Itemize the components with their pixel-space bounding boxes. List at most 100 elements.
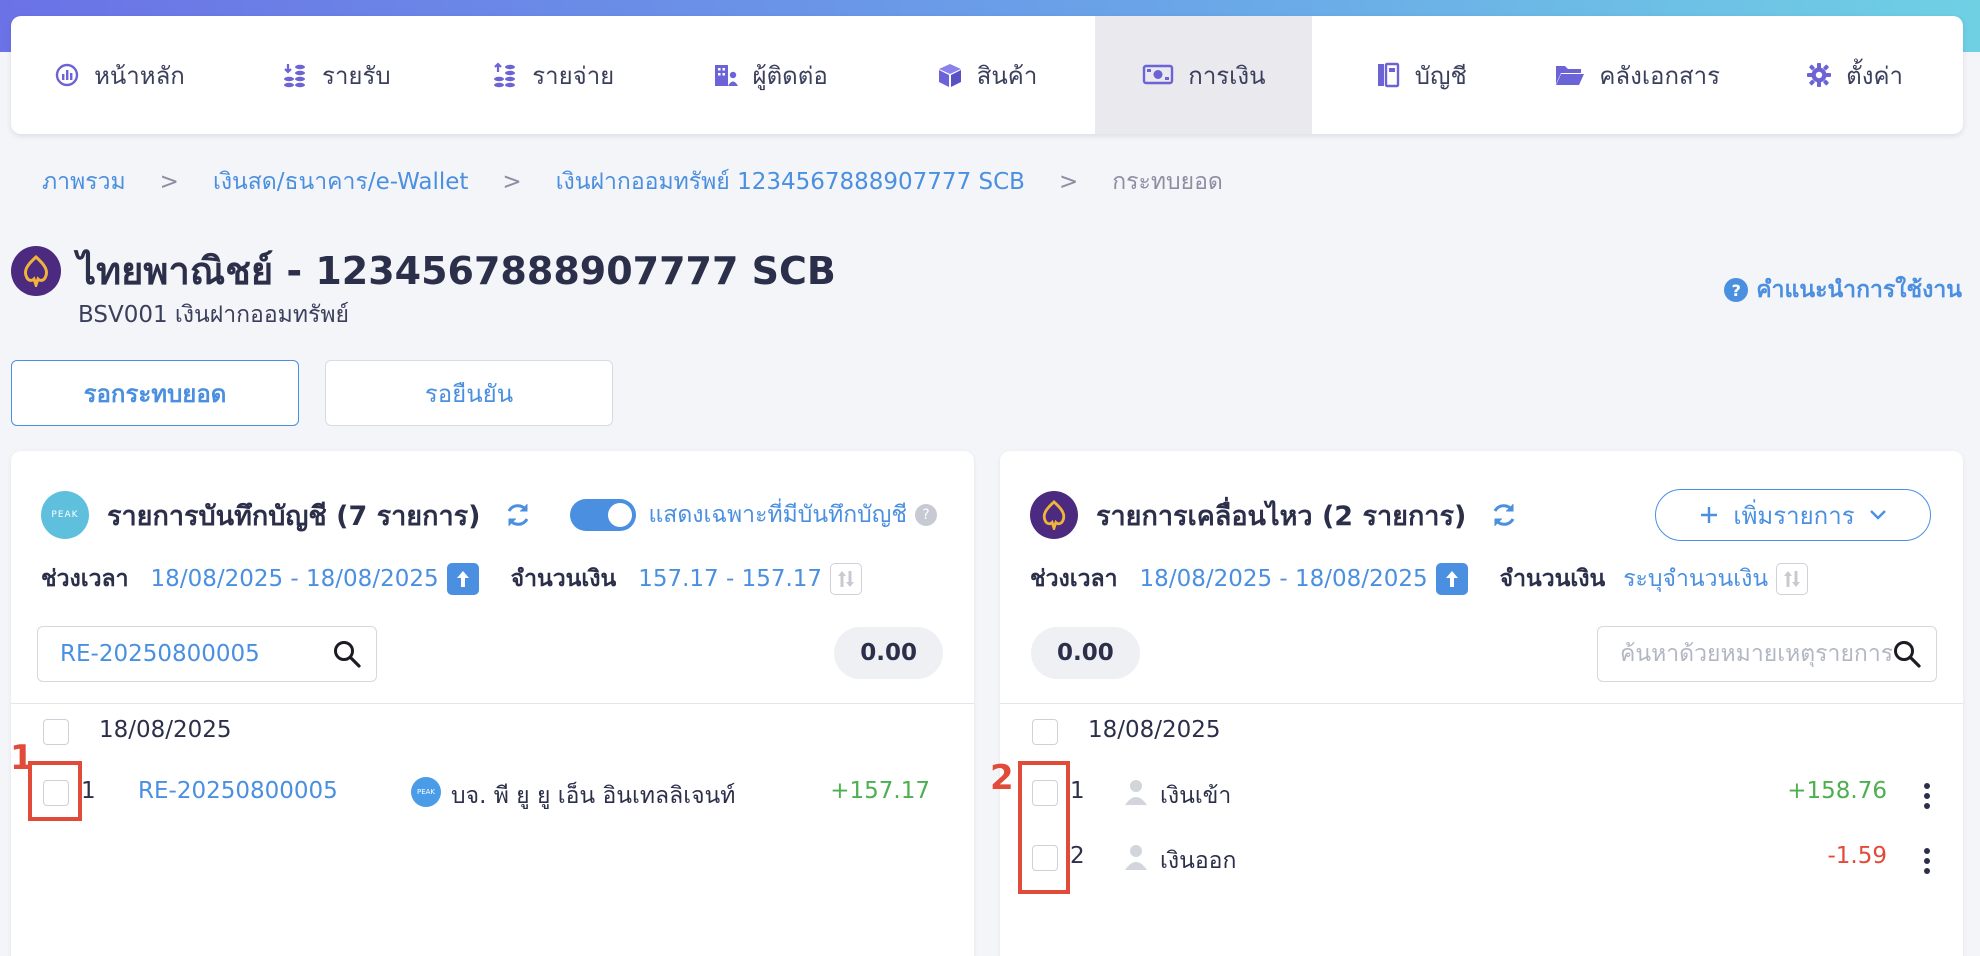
nav-item-finance[interactable]: การเงิน xyxy=(1095,16,1313,134)
nav-label: รายรับ xyxy=(322,61,391,90)
ledger-search-box xyxy=(37,626,377,682)
scb-leaf-icon xyxy=(1042,500,1066,530)
more-options-icon[interactable] xyxy=(1917,781,1937,811)
panel-title: รายการเคลื่อนไหว (2 รายการ) xyxy=(1096,500,1467,532)
transaction-search-input[interactable] xyxy=(1620,641,1892,667)
sort-up-icon xyxy=(1445,571,1458,587)
annotation-highlight-box xyxy=(28,761,82,821)
nav-label: สินค้า xyxy=(976,61,1038,90)
money-icon xyxy=(1143,64,1174,85)
person-icon xyxy=(1125,780,1147,805)
peak-logo-text: PEAK xyxy=(51,510,79,520)
period-label: ช่วงเวลา xyxy=(1030,566,1118,592)
more-options-icon[interactable] xyxy=(1917,846,1937,876)
transactions-total-pill: 0.00 xyxy=(1031,627,1140,679)
tab-pending-confirm[interactable]: รอยืนยัน xyxy=(325,360,613,426)
person-icon xyxy=(1125,845,1147,870)
filter-row: ช่วงเวลา 18/08/2025 - 18/08/2025 จำนวนเง… xyxy=(1030,561,1809,597)
scb-logo xyxy=(11,245,61,296)
folder-icon xyxy=(1556,66,1585,85)
nav-item-income[interactable]: รายรับ xyxy=(228,16,445,134)
nav-label: บัญชี xyxy=(1414,61,1467,90)
scb-logo xyxy=(1030,491,1078,539)
breadcrumb-separator: > xyxy=(502,169,522,195)
search-icon[interactable] xyxy=(1892,639,1922,669)
amount-label: จำนวนเงิน xyxy=(1499,566,1606,592)
sort-updown-icon xyxy=(1784,571,1801,587)
date-group-checkbox[interactable] xyxy=(1032,719,1058,745)
nav-item-documents[interactable]: คลังเอกสาร xyxy=(1529,16,1746,134)
period-label: ช่วงเวลา xyxy=(41,566,129,592)
row-amount: +157.17 xyxy=(830,778,930,804)
panel-header: PEAK รายการบันทึกบัญชี (7 รายการ) แสดงเฉ… xyxy=(41,491,937,539)
date-group-checkbox[interactable] xyxy=(43,719,69,745)
divider xyxy=(11,703,974,704)
breadcrumb-overview[interactable]: ภาพรวม xyxy=(42,164,126,200)
row-index: 1 xyxy=(81,778,96,804)
sort-date-button[interactable] xyxy=(446,563,479,595)
amount-label: จำนวนเงิน xyxy=(510,566,617,592)
expense-icon xyxy=(494,62,516,88)
main-nav: หน้าหลัก รายรับ รายจ่าย ผู้ติดต่อ สินค้า… xyxy=(11,16,1963,134)
help-label: คำแนะนำการใช้งาน xyxy=(1756,277,1962,303)
sort-updown-icon xyxy=(838,571,855,587)
bank-transactions-panel: รายการเคลื่อนไหว (2 รายการ) เพิ่มรายการ … xyxy=(1000,451,1963,956)
sort-amount-button[interactable] xyxy=(1776,563,1809,595)
ledger-search-input[interactable] xyxy=(60,641,332,667)
contacts-icon xyxy=(714,65,738,86)
transaction-search-box xyxy=(1597,626,1937,682)
breadcrumb-savings-account[interactable]: เงินฝากออมทรัพย์ 1234567888907777 SCB xyxy=(556,164,1025,200)
refresh-icon[interactable] xyxy=(1490,501,1518,529)
ledger-entries-panel: PEAK รายการบันทึกบัญชี (7 รายการ) แสดงเฉ… xyxy=(11,451,974,956)
scb-leaf-icon xyxy=(23,254,49,287)
nav-item-products[interactable]: สินค้า xyxy=(879,16,1096,134)
annotation-number: 2 xyxy=(990,758,1014,798)
period-value[interactable]: 18/08/2025 - 18/08/2025 xyxy=(151,566,439,592)
tab-pending-reconcile[interactable]: รอกระทบยอด xyxy=(11,360,299,426)
show-recorded-toggle[interactable] xyxy=(570,499,637,531)
dashboard-icon xyxy=(55,63,79,87)
question-icon[interactable]: ? xyxy=(915,504,937,526)
document-link[interactable]: RE-20250800005 xyxy=(138,778,338,804)
add-transaction-button[interactable]: เพิ่มรายการ xyxy=(1655,489,1931,541)
nav-item-dashboard[interactable]: หน้าหลัก xyxy=(11,16,228,134)
nav-item-accounting[interactable]: บัญชี xyxy=(1312,16,1529,134)
nav-item-settings[interactable]: ตั้งค่า xyxy=(1746,16,1963,134)
breadcrumb-reconcile: กระทบยอด xyxy=(1112,169,1223,195)
sort-date-button[interactable] xyxy=(1435,563,1468,595)
nav-label: รายจ่าย xyxy=(532,61,615,90)
panel-header: รายการเคลื่อนไหว (2 รายการ) xyxy=(1030,491,1518,539)
amount-value[interactable]: 157.17 - 157.17 xyxy=(638,566,822,592)
help-icon: ? xyxy=(1724,278,1749,302)
amount-value[interactable]: ระบุจำนวนเงิน xyxy=(1623,561,1768,597)
toggle-label: แสดงเฉพาะที่มีบันทึกบัญชี xyxy=(648,502,907,528)
date-group-label: 18/08/2025 xyxy=(1088,717,1221,743)
sort-amount-button[interactable] xyxy=(830,563,863,595)
transaction-description: เงินเข้า xyxy=(1160,783,1232,809)
breadcrumb: ภาพรวม > เงินสด/ธนาคาร/e-Wallet > เงินฝา… xyxy=(42,164,1223,200)
help-link[interactable]: ? คำแนะนำการใช้งาน xyxy=(1724,272,1962,308)
party-logo: PEAK xyxy=(411,777,441,807)
row-index: 1 xyxy=(1070,778,1085,804)
ledger-icon xyxy=(1377,62,1399,88)
nav-label: คลังเอกสาร xyxy=(1599,61,1720,90)
gear-icon xyxy=(1807,63,1832,87)
divider xyxy=(1000,703,1963,704)
date-group-label: 18/08/2025 xyxy=(99,717,232,743)
party-logo-text: PEAK xyxy=(416,788,436,796)
row-index: 2 xyxy=(1070,843,1085,869)
nav-label: หน้าหลัก xyxy=(94,61,185,90)
panel-title: รายการบันทึกบัญชี (7 รายการ) xyxy=(107,500,481,532)
party-name: บจ. พี ยู ยู เอ็น อินเทลลิเจนท์ xyxy=(451,783,736,809)
refresh-icon[interactable] xyxy=(504,501,532,529)
search-icon[interactable] xyxy=(332,639,362,669)
breadcrumb-cash-bank[interactable]: เงินสด/ธนาคาร/e-Wallet xyxy=(213,164,468,200)
period-value[interactable]: 18/08/2025 - 18/08/2025 xyxy=(1140,566,1428,592)
nav-label: ตั้งค่า xyxy=(1846,61,1903,90)
page-header: ไทยพาณิชย์ - 1234567888907777 SCB xyxy=(11,240,836,301)
transaction-description: เงินออก xyxy=(1160,848,1237,874)
ledger-total-pill: 0.00 xyxy=(834,627,943,679)
sort-up-icon xyxy=(456,571,469,587)
nav-item-contacts[interactable]: ผู้ติดต่อ xyxy=(662,16,879,134)
nav-item-expense[interactable]: รายจ่าย xyxy=(445,16,662,134)
